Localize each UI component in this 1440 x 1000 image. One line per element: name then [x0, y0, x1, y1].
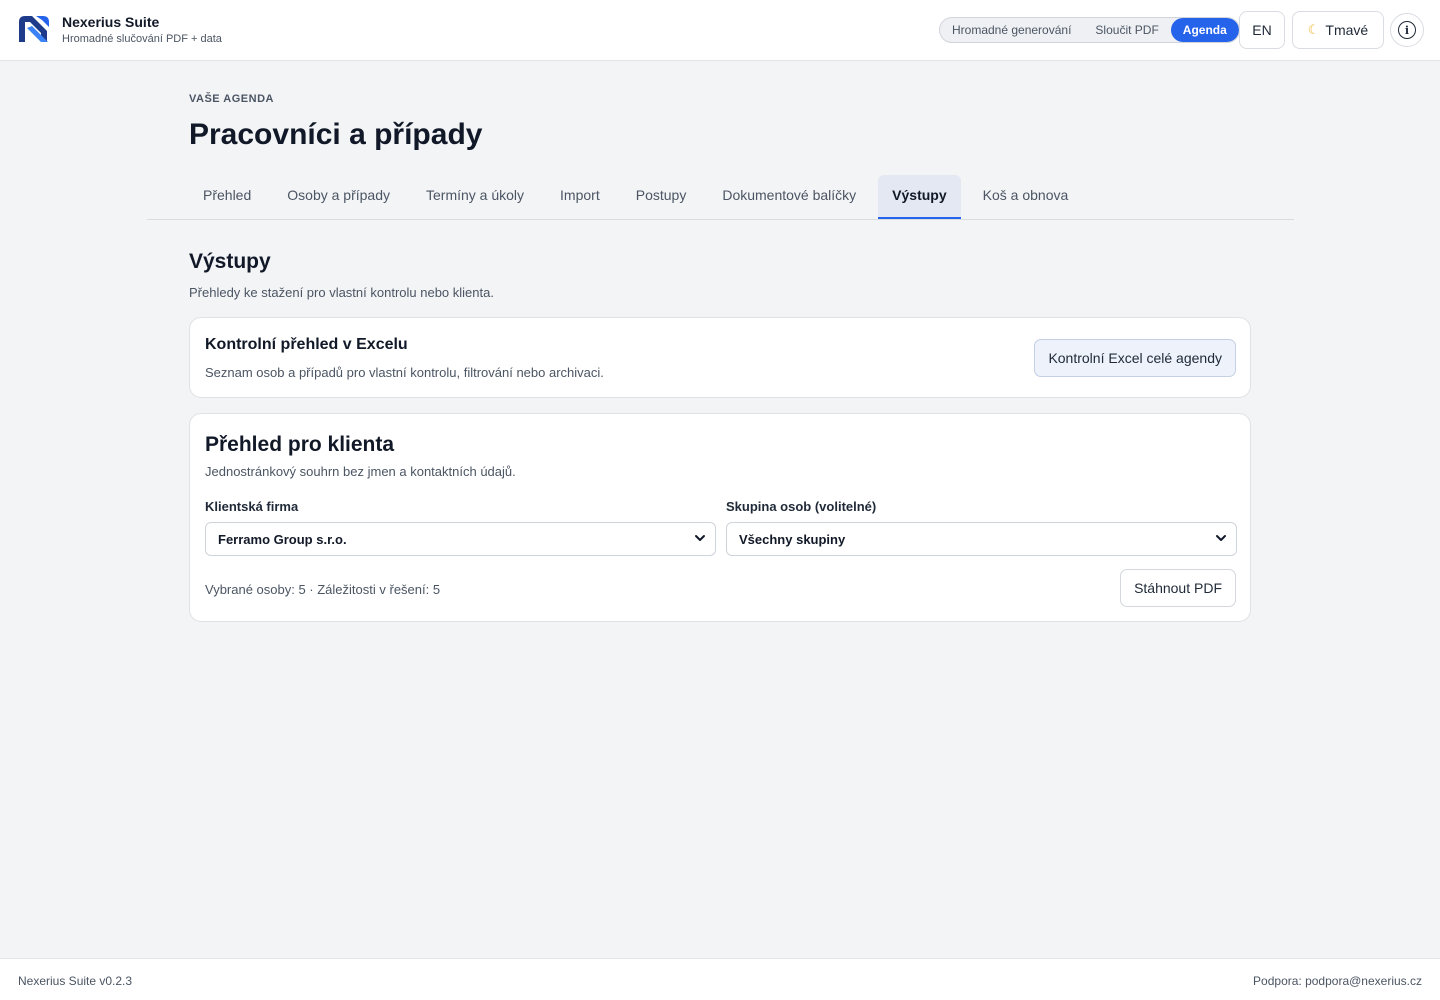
group-select-value: Všechny skupiny	[739, 531, 846, 547]
language-button[interactable]: EN	[1239, 11, 1285, 49]
brand-text: Nexerius Suite Hromadné slučování PDF + …	[62, 13, 222, 47]
mode-switcher: Hromadné generování Sloučit PDF Agenda	[939, 17, 1240, 43]
mode-bulk-generation[interactable]: Hromadné generování	[940, 18, 1083, 42]
chevron-down-icon	[695, 535, 705, 541]
tab-deadlines-tasks[interactable]: Termíny a úkoly	[412, 175, 538, 219]
info-icon: i	[1398, 21, 1416, 39]
app-subtitle: Hromadné slučování PDF + data	[62, 33, 222, 45]
mode-agenda[interactable]: Agenda	[1170, 18, 1239, 42]
group-field-label: Skupina osob (volitelné)	[726, 499, 877, 514]
tab-persons-cases[interactable]: Osoby a případy	[273, 175, 404, 219]
client-card-description: Jednostránkový souhrn bez jmen a kontakt…	[205, 464, 516, 479]
agenda-tabs: Přehled Osoby a případy Termíny a úkoly …	[147, 175, 1294, 220]
excel-card-description: Seznam osob a případů pro vlastní kontro…	[205, 365, 604, 380]
page-title: Pracovníci a případy	[189, 118, 483, 151]
group-select[interactable]: Všechny skupiny	[726, 522, 1237, 556]
theme-toggle-button[interactable]: ☾ Tmavé	[1292, 11, 1384, 49]
nexerius-logo-icon	[19, 16, 49, 42]
info-button[interactable]: i	[1390, 13, 1424, 47]
page-eyebrow: VAŠE AGENDA	[189, 93, 274, 105]
brand[interactable]: Nexerius Suite Hromadné slučování PDF + …	[16, 12, 222, 48]
client-card-title: Přehled pro klienta	[205, 433, 395, 456]
theme-label: Tmavé	[1325, 22, 1369, 38]
footer-support[interactable]: Podpora: podpora@nexerius.cz	[1253, 974, 1422, 988]
selection-stats: Vybrané osoby: 5 · Záležitosti v řešení:…	[205, 582, 441, 597]
footer: Nexerius Suite v0.2.3 Podpora: podpora@n…	[0, 958, 1440, 1000]
moon-icon: ☾	[1307, 22, 1320, 37]
tab-document-packages[interactable]: Dokumentové balíčky	[708, 175, 870, 219]
mode-merge-pdf[interactable]: Sloučit PDF	[1083, 18, 1170, 42]
tab-outputs[interactable]: Výstupy	[878, 175, 961, 219]
tab-overview[interactable]: Přehled	[189, 175, 265, 219]
excel-card-title: Kontrolní přehled v Excelu	[205, 336, 408, 353]
company-field-label: Klientská firma	[205, 499, 299, 514]
company-select-value: Ferramo Group s.r.o.	[218, 531, 347, 547]
section-subtitle: Přehledy ke stažení pro vlastní kontrolu…	[189, 285, 494, 300]
footer-version: Nexerius Suite v0.2.3	[18, 974, 133, 988]
chevron-down-icon	[1216, 535, 1226, 541]
app-name: Nexerius Suite	[62, 14, 160, 30]
download-pdf-button[interactable]: Stáhnout PDF	[1120, 569, 1236, 607]
section-title: Výstupy	[189, 250, 271, 273]
excel-report-card: Kontrolní přehled v Excelu Seznam osob a…	[189, 317, 1251, 398]
company-select[interactable]: Ferramo Group s.r.o.	[205, 522, 716, 556]
tab-procedures[interactable]: Postupy	[622, 175, 701, 219]
export-excel-button[interactable]: Kontrolní Excel celé agendy	[1034, 339, 1236, 377]
tab-trash-restore[interactable]: Koš a obnova	[969, 175, 1083, 219]
tab-import[interactable]: Import	[546, 175, 614, 219]
top-bar: Nexerius Suite Hromadné slučování PDF + …	[0, 0, 1440, 61]
client-report-card: Přehled pro klienta Jednostránkový souhr…	[189, 413, 1251, 622]
